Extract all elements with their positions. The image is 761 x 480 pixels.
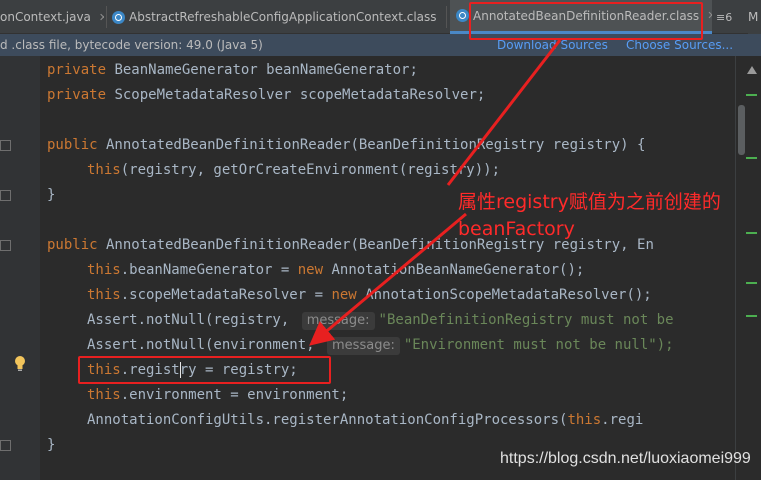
- code-line: private BeanNameGenerator beanNameGenera…: [47, 62, 418, 78]
- marker[interactable]: [746, 157, 757, 159]
- fold-icon[interactable]: [0, 190, 11, 201]
- editor-gutter: [0, 56, 40, 480]
- tab-oncontext-java[interactable]: onContext.java ✕: [0, 0, 104, 34]
- lightbulb-icon[interactable]: [13, 355, 27, 371]
- caret-up-icon[interactable]: [747, 66, 757, 74]
- annotation-text-line2: beanFactory: [458, 218, 575, 240]
- code-line: }: [47, 437, 56, 453]
- code-line: this.scopeMetadataResolver = new Annotat…: [87, 287, 652, 303]
- code-line: Assert.notNull(environment, message: "Env…: [87, 337, 674, 355]
- code-line: public AnnotatedBeanDefinitionReader(Bea…: [47, 137, 646, 153]
- watermark: https://blog.csdn.net/luoxiaomei999: [500, 450, 751, 467]
- code-line: this.beanNameGenerator = new AnnotationB…: [87, 262, 585, 278]
- parameter-hint: message:: [327, 337, 400, 355]
- tab-abstract-refreshable[interactable]: AbstractRefreshableConfigApplicationCont…: [112, 0, 442, 34]
- class-icon: [456, 9, 469, 22]
- code-line: private ScopeMetadataResolver scopeMetad…: [47, 87, 486, 103]
- close-icon[interactable]: ✕: [707, 9, 712, 22]
- annotation-text-line1: 属性registry赋值为之前创建的: [458, 191, 721, 213]
- tab-overflow-button[interactable]: ≡6: [716, 0, 746, 34]
- marker[interactable]: [746, 282, 757, 284]
- tab-label: AbstractRefreshableConfigApplicationCont…: [129, 10, 437, 24]
- marker[interactable]: [746, 94, 757, 96]
- marker[interactable]: [746, 315, 757, 317]
- tab-overflow-label: ≡6: [716, 10, 733, 24]
- tab-extra-label: M: [748, 10, 759, 24]
- code-line: this.environment = environment;: [87, 387, 349, 403]
- code-line: Assert.notNull(registry, message: "BeanDe…: [87, 312, 674, 330]
- code-editor[interactable]: private BeanNameGenerator beanNameGenera…: [40, 56, 735, 480]
- fold-icon[interactable]: [0, 440, 11, 451]
- code-line: this(registry, getOrCreateEnvironment(re…: [87, 162, 501, 178]
- code-line: AnnotationConfigUtils.registerAnnotation…: [87, 412, 644, 428]
- highlight-box-code: [78, 356, 331, 384]
- class-icon: [112, 10, 125, 24]
- tab-extra[interactable]: M: [748, 0, 761, 34]
- fold-icon[interactable]: [0, 140, 11, 151]
- marker[interactable]: [746, 232, 757, 234]
- tab-divider: [446, 6, 447, 28]
- download-sources-link[interactable]: Download Sources: [497, 38, 608, 52]
- highlight-box-tab: [469, 2, 703, 40]
- fold-icon[interactable]: [0, 240, 11, 251]
- code-line: }: [47, 187, 56, 203]
- tab-divider: [106, 6, 107, 28]
- parameter-hint: message:: [301, 312, 375, 330]
- tab-label: onContext.java: [0, 10, 91, 24]
- decompiled-message: d .class file, bytecode version: 49.0 (J…: [0, 38, 263, 52]
- scrollbar-thumb[interactable]: [738, 105, 745, 155]
- choose-sources-link[interactable]: Choose Sources...: [626, 38, 733, 52]
- close-icon[interactable]: ✕: [99, 11, 104, 24]
